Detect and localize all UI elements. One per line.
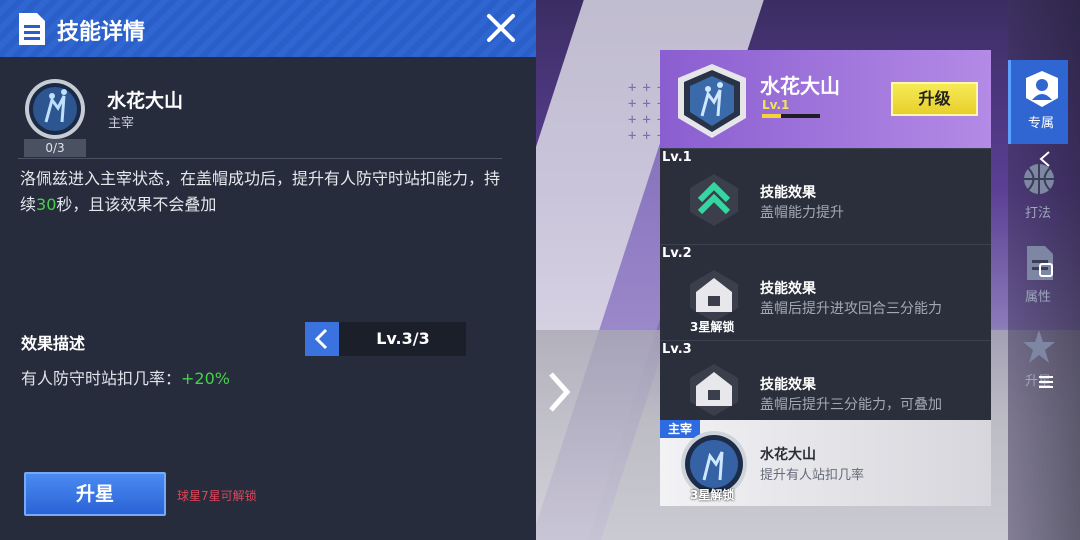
level-progress-bar: [762, 114, 820, 118]
level-row-title: 技能效果: [760, 185, 816, 201]
panel-header: 技能详情: [0, 0, 536, 57]
page-title: 技能详情: [57, 20, 146, 45]
lock-icon: [690, 270, 738, 322]
close-icon[interactable]: [484, 10, 518, 46]
document-icon: [19, 13, 45, 45]
skill-count-badge: 0/3: [24, 139, 86, 157]
level-row-description: 盖帽后提升三分能力，可叠加: [760, 397, 942, 413]
divider: [18, 158, 502, 159]
tab-label: 专属: [1027, 116, 1054, 131]
card-skill-name: 水花大山: [760, 74, 840, 98]
effect-stat-label: 有人防守时站扣几率：: [21, 369, 182, 388]
level-row-tag: Lv.2: [662, 246, 692, 261]
main-skill-name: 水花大山: [760, 447, 816, 463]
description-duration: 30: [36, 195, 57, 214]
tab-label: 打法: [1024, 206, 1051, 221]
card-skill-level: Lv.1: [762, 98, 790, 112]
level-progress-fill: [762, 114, 782, 118]
skill-description: 洛佩兹进入主宰状态，在盖帽成功后，提升有人防守时站扣能力，持续30秒，且该效果不…: [20, 166, 510, 218]
chevron-left-icon: [314, 328, 328, 350]
main-skill-description: 提升有人站扣几率: [760, 468, 865, 483]
skill-type: 主宰: [108, 116, 135, 131]
effect-label: 效果描述: [21, 334, 86, 353]
skill-badge-icon: [25, 79, 85, 139]
skill-detail-panel: 技能详情 0/3 水花大山 主宰 洛佩兹进入主宰状态，在盖帽成功后，提升有人防守…: [0, 0, 536, 540]
level-row-description: 盖帽后提升进攻回合三分能力: [760, 301, 942, 317]
upgrade-button[interactable]: 升级: [891, 82, 978, 116]
level-prev-button[interactable]: [305, 322, 339, 356]
system-home-icon[interactable]: [1038, 262, 1054, 278]
skill-name: 水花大山: [107, 90, 184, 112]
lock-icon: [690, 364, 738, 416]
system-back-icon[interactable]: [1038, 150, 1052, 168]
unlock-note: 球星7星可解锁: [177, 489, 257, 503]
main-skill-lock-note: 3星解锁: [690, 488, 735, 502]
level-row-lock-note: 3星解锁: [690, 320, 735, 334]
tab-exclusive[interactable]: 专属: [1008, 60, 1068, 144]
level-value: Lv.3/3: [376, 329, 430, 348]
level-row-title: 技能效果: [760, 281, 816, 297]
player-icon: [1026, 71, 1058, 107]
tab-label: 属性: [1024, 290, 1051, 305]
level-row-tag: Lv.3: [662, 342, 692, 357]
system-menu-icon[interactable]: [1038, 374, 1054, 390]
skill-badge-icon: [678, 64, 746, 138]
description-suffix: 秒，且该效果不会叠加: [56, 195, 217, 214]
level-row-tag: Lv.1: [662, 150, 692, 165]
effect-stat-value: +20%: [181, 369, 230, 388]
effect-stat: 有人防守时站扣几率：+20%: [21, 365, 230, 389]
level-row-description: 盖帽能力提升: [760, 205, 844, 221]
level-row-title: 技能效果: [760, 377, 816, 393]
chevron-right-icon[interactable]: [545, 370, 573, 414]
star-icon: [1023, 330, 1055, 363]
arrow-up-icon: [690, 174, 738, 226]
upgrade-star-button[interactable]: 升星: [24, 472, 166, 516]
